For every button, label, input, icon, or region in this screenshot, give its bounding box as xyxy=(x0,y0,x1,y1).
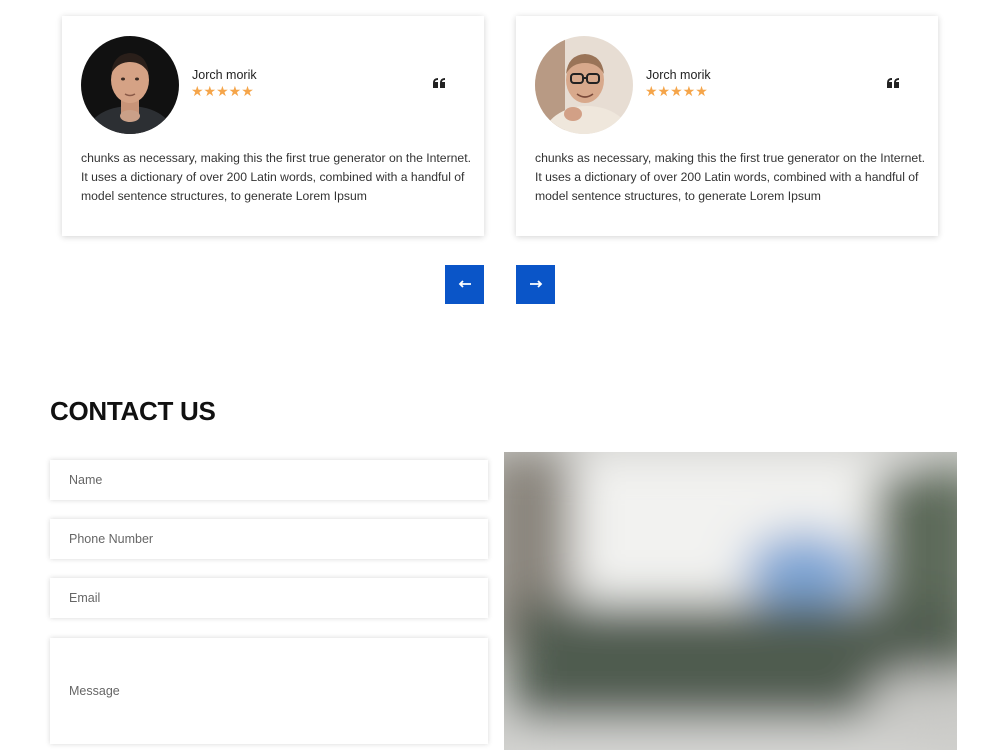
message-textarea[interactable] xyxy=(50,638,488,744)
next-button[interactable] xyxy=(516,265,555,304)
avatar xyxy=(535,36,633,134)
arrow-right-icon xyxy=(529,277,543,292)
contact-title: CONTACT US xyxy=(50,396,216,426)
rating-stars: ★★★★★ xyxy=(645,83,708,99)
testimonial-text: chunks as necessary, making this the fir… xyxy=(81,151,471,203)
avatar xyxy=(81,36,179,134)
testimonial-card: Jorch morik ★★★★★ chunks as necessary, m… xyxy=(62,16,484,236)
author-name: Jorch morik xyxy=(646,68,711,82)
testimonial-text: chunks as necessary, making this the fir… xyxy=(535,151,925,203)
rating-stars: ★★★★★ xyxy=(191,83,254,99)
author-name: Jorch morik xyxy=(192,68,257,82)
quote-icon xyxy=(432,76,446,90)
previous-button[interactable] xyxy=(445,265,484,304)
testimonial-card: Jorch morik ★★★★★ chunks as necessary, m… xyxy=(516,16,938,236)
phone-input[interactable] xyxy=(50,519,488,559)
arrow-left-icon xyxy=(458,277,472,292)
map-image xyxy=(504,452,957,750)
quote-icon xyxy=(886,76,900,90)
name-input[interactable] xyxy=(50,460,488,500)
email-input[interactable] xyxy=(50,578,488,618)
